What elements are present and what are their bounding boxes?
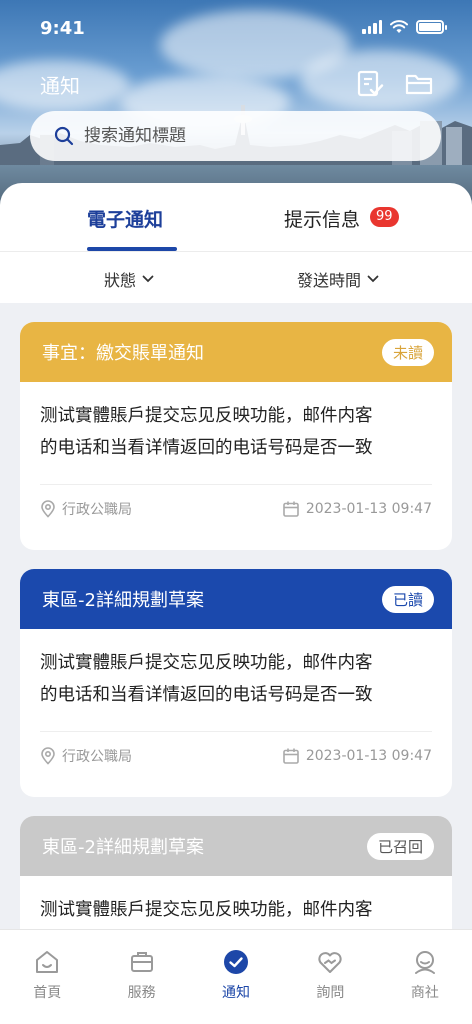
bell-check-icon: [224, 950, 249, 974]
nav-services[interactable]: 服務: [94, 930, 188, 1024]
notice-card-header: 事宜：繳交賬單通知 未讀: [20, 322, 452, 382]
nav-home-label: 首頁: [33, 985, 62, 1001]
tabs-divider: [0, 251, 472, 252]
tab-electronic-notice[interactable]: 電子通知: [87, 205, 163, 232]
notice-body: 测试實體賬戶提交忘见反映功能，邮件内客 的电话和当看详情返回的电话号码是否一致: [20, 629, 452, 731]
read-all-icon[interactable]: [354, 68, 386, 100]
send-time-filter-dropdown[interactable]: 發送時間: [297, 267, 379, 291]
send-time-filter-label: 發送時間: [297, 271, 362, 290]
home-icon: [36, 951, 59, 973]
status-badge: 未讀: [381, 338, 434, 366]
nav-community[interactable]: 商社: [378, 930, 472, 1024]
signal-icon: [362, 20, 382, 34]
status-filter-label: 狀態: [104, 271, 137, 290]
person-icon: [414, 951, 435, 974]
search-icon: [54, 126, 74, 146]
battery-icon: [416, 20, 447, 34]
notice-card[interactable]: 事宜：繳交賬單通知 未讀 测试實體賬戶提交忘见反映功能，邮件内客 的电话和当看详…: [20, 322, 452, 550]
nav-notifications[interactable]: 通知: [189, 930, 283, 1024]
briefcase-icon: [130, 952, 153, 972]
notice-body-line: 测试實體賬戶提交忘见反映功能，邮件内客: [40, 653, 373, 673]
status-time: 9:41: [40, 18, 85, 39]
notice-title: 東區-2詳細規劃草案: [42, 590, 204, 611]
nav-notifications-label: 通知: [222, 985, 251, 1001]
nav-services-label: 服務: [127, 985, 156, 1001]
notice-department: 行政公職局: [62, 749, 132, 765]
notice-title: 事宜：繳交賬單通知: [42, 343, 204, 364]
notice-title: 東區-2詳細規劃草案: [42, 837, 204, 858]
notice-body: 测试實體賬戶提交忘见反映功能，邮件内客 的电话和当看详情返回的电话号码是否一致: [20, 382, 452, 484]
nav-inquiry[interactable]: 詢問: [283, 930, 377, 1024]
status-filter-dropdown[interactable]: 狀態: [104, 267, 154, 291]
nav-community-label: 商社: [410, 985, 439, 1001]
notice-datetime: 2023-01-13 09:47: [305, 748, 432, 764]
calendar-icon: [283, 748, 299, 764]
notice-body-line: 测试實體賬戶提交忘见反映功能，邮件内客: [40, 900, 373, 920]
notice-footer: 行政公職局 2023-01-13 09:47: [20, 485, 452, 519]
chevron-down-icon: [142, 275, 154, 283]
unread-count-badge: 99: [370, 207, 399, 227]
page-title: 通知: [40, 74, 80, 98]
notice-body-line: 的电话和当看详情返回的电话号码是否一致: [40, 438, 373, 458]
notice-card[interactable]: 東區-2詳細規劃草案 已讀 测试實體賬戶提交忘见反映功能，邮件内客 的电话和当看…: [20, 569, 452, 797]
bottom-tab-bar: 首頁 服務 通知 詢問 商社: [0, 929, 472, 1024]
location-pin-icon: [41, 500, 55, 518]
notice-card-header: 東區-2詳細規劃草案 已召回: [20, 816, 452, 876]
nav-inquiry-label: 詢問: [316, 985, 345, 1001]
tabs-panel: 電子通知 提示信息 99 狀態 發送時間: [0, 183, 472, 303]
wifi-icon: [390, 20, 408, 33]
location-pin-icon: [41, 747, 55, 765]
status-badge: 已召回: [366, 832, 434, 860]
chevron-down-icon: [367, 275, 379, 283]
heart-chat-icon: [318, 952, 343, 973]
status-bar: 9:41: [0, 0, 472, 58]
notice-body-line: 的电话和当看详情返回的电话号码是否一致: [40, 685, 373, 705]
notice-card-header: 東區-2詳細規劃草案 已讀: [20, 569, 452, 629]
notice-datetime: 2023-01-13 09:47: [305, 501, 432, 517]
folder-icon[interactable]: [404, 68, 436, 100]
tab-prompt-info[interactable]: 提示信息: [284, 205, 360, 232]
notice-body-line: 测试實體賬戶提交忘见反映功能，邮件内客: [40, 406, 373, 426]
calendar-icon: [283, 501, 299, 517]
status-badge: 已讀: [381, 585, 434, 613]
notice-department: 行政公職局: [62, 502, 132, 518]
search-input[interactable]: [84, 126, 384, 146]
nav-home[interactable]: 首頁: [0, 930, 94, 1024]
search-bar[interactable]: [30, 111, 441, 161]
notice-footer: 行政公職局 2023-01-13 09:47: [20, 732, 452, 766]
